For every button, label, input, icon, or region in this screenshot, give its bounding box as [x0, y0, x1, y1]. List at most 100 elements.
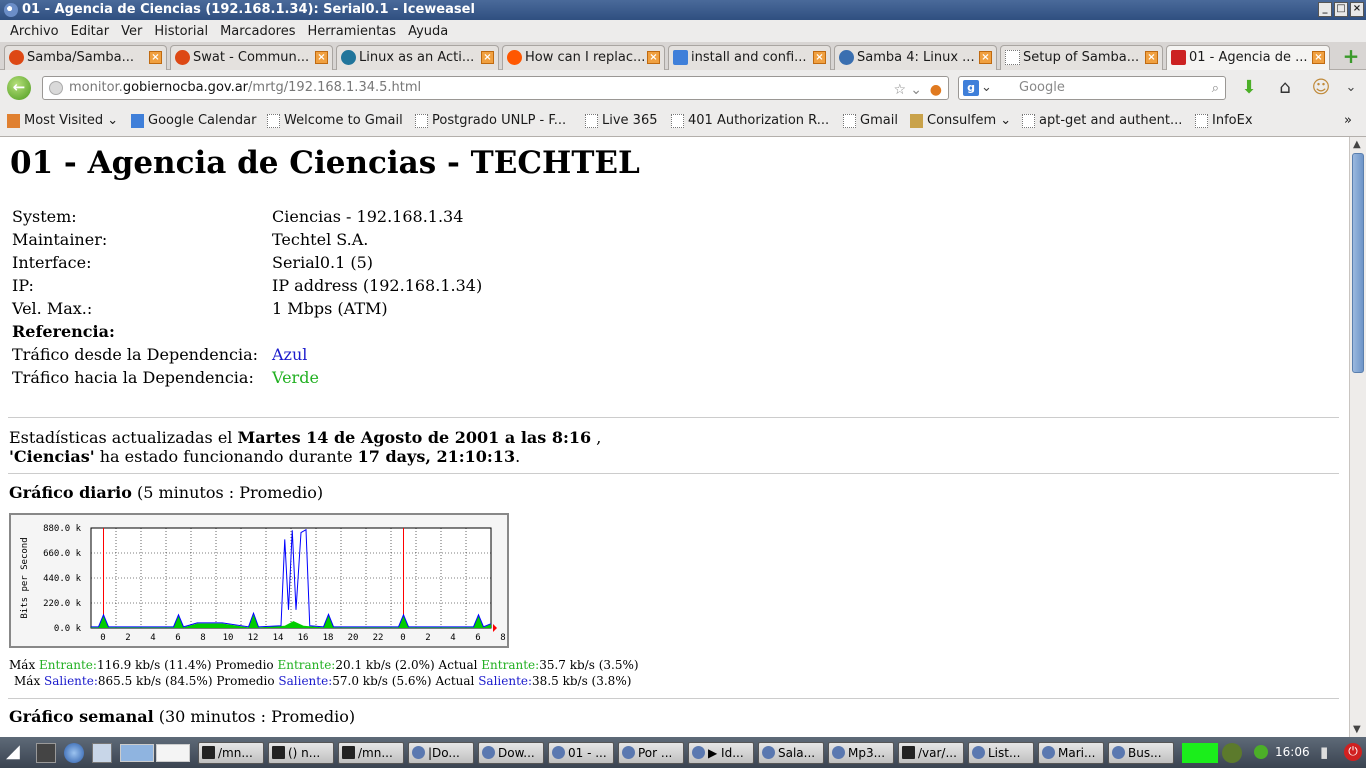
- scroll-up-icon[interactable]: ▲: [1353, 139, 1361, 150]
- bookmark-postgrado[interactable]: Postgrado UNLP - F...: [415, 113, 566, 128]
- chevron-down-icon[interactable]: ⌄: [981, 77, 992, 99]
- stats-comma: ,: [591, 428, 602, 447]
- show-desktop-icon[interactable]: [92, 743, 112, 763]
- calendar-icon: [131, 114, 144, 128]
- bookmark-welcome-gmail[interactable]: Welcome to Gmail: [267, 113, 403, 128]
- bookmark-live365[interactable]: Live 365: [585, 113, 658, 128]
- taskbar-item-label: List...: [988, 746, 1021, 760]
- start-menu-icon[interactable]: ◢: [6, 741, 20, 762]
- shutdown-icon[interactable]: ⏻: [1344, 743, 1362, 761]
- close-tab-icon[interactable]: ×: [647, 51, 660, 64]
- legend-value: 865.5 kb/s (84.5%): [97, 674, 213, 688]
- legend-in-label: Entrante:: [481, 658, 540, 672]
- bookmark-apt-get[interactable]: apt-get and authent...: [1022, 113, 1182, 128]
- legend-value: 35.7 kb/s (3.5%): [539, 658, 639, 672]
- taskbar-item[interactable]: ▶ Id...: [688, 742, 754, 764]
- x-tick-label: 4: [150, 633, 155, 643]
- close-tab-icon[interactable]: ×: [1312, 51, 1325, 64]
- taskbar-item[interactable]: () n...: [268, 742, 334, 764]
- close-tab-icon[interactable]: ×: [149, 51, 162, 64]
- back-button[interactable]: ←: [7, 76, 31, 100]
- taskbar-item[interactable]: /mn...: [198, 742, 264, 764]
- bookmark-most-visited[interactable]: Most Visited ⌄: [7, 113, 118, 128]
- taskbar-item[interactable]: 01 - ...: [548, 742, 614, 764]
- y-axis-label: Bits per Second: [20, 537, 30, 618]
- tray-app-icon[interactable]: [1222, 743, 1242, 763]
- chevron-down-icon[interactable]: ⌄: [910, 79, 922, 101]
- menu-archivo[interactable]: Archivo: [4, 24, 65, 39]
- more-bookmarks-icon[interactable]: »: [1344, 113, 1352, 128]
- browser-launcher-icon[interactable]: [64, 743, 84, 763]
- volume-icon[interactable]: ▮: [1320, 743, 1328, 761]
- menu-editar[interactable]: Editar: [65, 24, 116, 39]
- new-tab-button[interactable]: +: [1342, 46, 1360, 66]
- workspace-1[interactable]: [120, 744, 154, 762]
- terminal-launcher-icon[interactable]: [36, 743, 56, 763]
- menu-herramientas[interactable]: Herramientas: [302, 24, 403, 39]
- tab-how-can-i[interactable]: How can I replac... ×: [502, 45, 665, 70]
- close-tab-icon[interactable]: ×: [979, 51, 992, 64]
- star-icon[interactable]: ☆: [893, 79, 906, 101]
- home-icon[interactable]: ⌂: [1274, 78, 1296, 100]
- x-axis-arrow: [493, 624, 497, 632]
- tab-label: 01 - Agencia de ...: [1189, 50, 1308, 65]
- scrollbar-thumb[interactable]: [1352, 153, 1364, 373]
- close-window-button[interactable]: ×: [1350, 2, 1364, 17]
- scroll-down-icon[interactable]: ▼: [1353, 724, 1361, 735]
- maximize-button[interactable]: □: [1334, 2, 1348, 17]
- page-content: 01 - Agencia de Ciencias - TECHTEL Syste…: [0, 137, 1349, 737]
- legend-in-label: Entrante:: [277, 658, 336, 672]
- taskbar-item[interactable]: Bus...: [1108, 742, 1174, 764]
- bookmark-gmail[interactable]: Gmail: [843, 113, 898, 128]
- x-tick-label: 8: [500, 633, 505, 643]
- divider: [8, 698, 1339, 699]
- tab-setup-samba[interactable]: Setup of Samba... ×: [1000, 45, 1163, 70]
- close-tab-icon[interactable]: ×: [813, 51, 826, 64]
- bookmark-google-calendar[interactable]: Google Calendar: [131, 113, 256, 128]
- workspace-2[interactable]: [156, 744, 190, 762]
- network-icon[interactable]: [1254, 745, 1268, 759]
- taskbar-item[interactable]: Dow...: [478, 742, 544, 764]
- window-titlebar[interactable]: 01 - Agencia de Ciencias (192.168.1.34):…: [0, 0, 1366, 20]
- search-bar[interactable]: g ⌄ Google ⌕: [958, 76, 1226, 100]
- taskbar-item[interactable]: List...: [968, 742, 1034, 764]
- menu-historial[interactable]: Historial: [148, 24, 214, 39]
- download-icon[interactable]: ⬇: [1238, 78, 1260, 100]
- info-row: System: Ciencias - 192.168.1.34: [10, 205, 484, 228]
- reload-icon[interactable]: ●: [930, 79, 942, 101]
- minimize-button[interactable]: _: [1318, 2, 1332, 17]
- tab-samba4[interactable]: Samba 4: Linux ... ×: [834, 45, 997, 70]
- menu-marcadores[interactable]: Marcadores: [214, 24, 301, 39]
- close-tab-icon[interactable]: ×: [315, 51, 328, 64]
- close-tab-icon[interactable]: ×: [1145, 51, 1158, 64]
- tab-label: Samba 4: Linux ...: [857, 50, 975, 65]
- taskbar-item[interactable]: /var/...: [898, 742, 964, 764]
- vertical-scrollbar[interactable]: ▲ ▼: [1349, 137, 1366, 737]
- tab-swat[interactable]: Swat - Commun... ×: [170, 45, 333, 70]
- chevron-down-icon[interactable]: ⌄: [1340, 78, 1362, 100]
- tab-install[interactable]: install and confi... ×: [668, 45, 831, 70]
- addon-face-icon[interactable]: ☺: [1310, 78, 1332, 100]
- tab-linux-active[interactable]: Linux as an Acti... ×: [336, 45, 499, 70]
- url-bar[interactable]: monitor.gobiernocba.gov.ar/mrtg/192.168.…: [42, 76, 949, 100]
- menu-ayuda[interactable]: Ayuda: [402, 24, 454, 39]
- taskbar-item[interactable]: /mn...: [338, 742, 404, 764]
- x-tick-label: 2: [425, 633, 430, 643]
- bookmark-infoex[interactable]: InfoEx: [1195, 113, 1253, 128]
- search-icon[interactable]: ⌕: [1212, 78, 1219, 100]
- tab-samba[interactable]: Samba/Samba... ×: [4, 45, 167, 70]
- taskbar-item[interactable]: Sala...: [758, 742, 824, 764]
- bookmark-401[interactable]: 401 Authorization R...: [671, 113, 829, 128]
- taskbar-item[interactable]: Mp3...: [828, 742, 894, 764]
- y-tick-label: 880.0 k: [43, 524, 82, 534]
- taskbar-item[interactable]: Por ...: [618, 742, 684, 764]
- bookmark-consulfem[interactable]: Consulfem ⌄: [910, 113, 1011, 128]
- site-icon: [839, 50, 854, 65]
- close-tab-icon[interactable]: ×: [481, 51, 494, 64]
- tab-agencia[interactable]: 01 - Agencia de ... ×: [1166, 45, 1330, 70]
- taskbar-item[interactable]: Mari...: [1038, 742, 1104, 764]
- taskbar-item[interactable]: |Do...: [408, 742, 474, 764]
- menu-ver[interactable]: Ver: [115, 24, 148, 39]
- y-tick-label: 0.0 k: [54, 624, 82, 634]
- stats-prefix: Estadísticas actualizadas el: [9, 428, 238, 447]
